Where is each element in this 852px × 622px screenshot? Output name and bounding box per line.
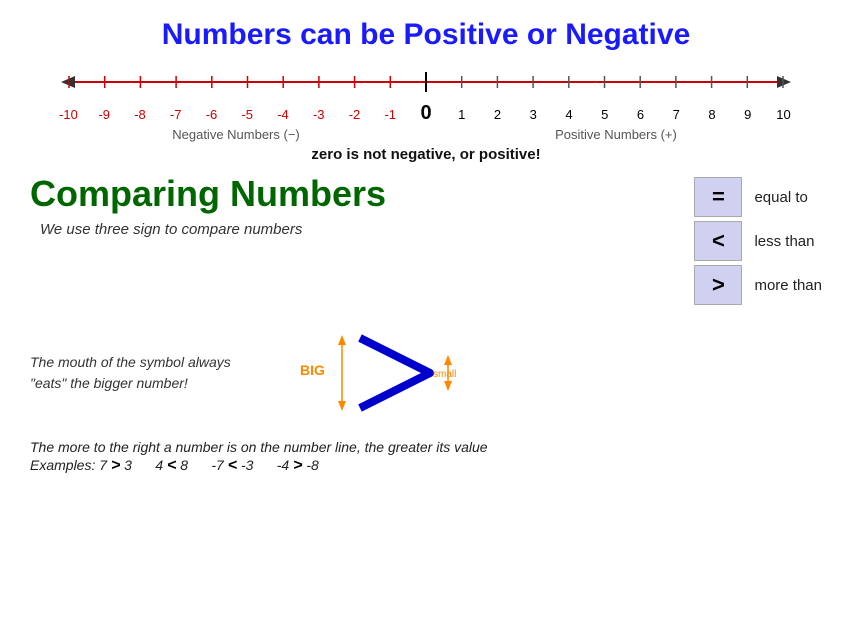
examples-line: Examples: 7 > 3 4 < 8 -7 < -3 -4 > -8	[30, 457, 822, 475]
more-box: >	[694, 265, 742, 305]
bottom-note: The more to the right a number is on the…	[30, 439, 822, 455]
symbol-row-more: > more than	[694, 265, 822, 305]
number-line-section: -10 -9 -8 -7 -6 -5 -4 -3 -2 -1 0 1 2 3 4…	[30, 64, 822, 163]
num-5: 5	[587, 107, 622, 122]
num-neg10: -10	[51, 107, 86, 122]
num-neg4: -4	[266, 107, 301, 122]
page: Numbers can be Positive or Negative	[0, 0, 852, 622]
num-1: 1	[444, 107, 479, 122]
num-neg3: -3	[301, 107, 336, 122]
number-labels-row: -10 -9 -8 -7 -6 -5 -4 -3 -2 -1 0 1 2 3 4…	[51, 102, 801, 125]
comparing-title: Comparing Numbers	[30, 173, 674, 215]
example-1: 7 > 3	[99, 457, 132, 473]
num-neg1: -1	[373, 107, 408, 122]
mouth-svg: BIG small	[270, 323, 470, 423]
num-2: 2	[480, 107, 515, 122]
svg-text:BIG: BIG	[300, 362, 325, 378]
number-line-svg	[51, 64, 801, 100]
svg-text:small: small	[433, 369, 456, 380]
num-neg6: -6	[194, 107, 229, 122]
mouth-section: The mouth of the symbol always "eats" th…	[30, 323, 822, 423]
num-3: 3	[516, 107, 551, 122]
number-line-container	[51, 64, 801, 100]
num-7: 7	[659, 107, 694, 122]
symbol-table: = equal to < less than > more than	[694, 177, 822, 305]
equal-desc: equal to	[754, 189, 807, 206]
num-8: 8	[695, 107, 730, 122]
num-10: 10	[766, 107, 801, 122]
num-9: 9	[730, 107, 765, 122]
less-desc: less than	[754, 233, 814, 250]
examples-label: Examples:	[30, 457, 99, 473]
comparing-section: Comparing Numbers We use three sign to c…	[30, 173, 822, 305]
num-6: 6	[623, 107, 658, 122]
num-zero: 0	[409, 102, 444, 125]
num-neg2: -2	[337, 107, 372, 122]
num-4: 4	[552, 107, 587, 122]
num-neg8: -8	[123, 107, 158, 122]
equal-box: =	[694, 177, 742, 217]
less-box: <	[694, 221, 742, 261]
positive-numbers-label: Positive Numbers (+)	[431, 127, 801, 142]
neg-pos-labels: Negative Numbers (−) Positive Numbers (+…	[51, 127, 801, 142]
num-neg7: -7	[158, 107, 193, 122]
mouth-text: The mouth of the symbol always "eats" th…	[30, 352, 250, 394]
page-title: Numbers can be Positive or Negative	[30, 18, 822, 52]
comparing-desc: We use three sign to compare numbers	[40, 221, 674, 238]
negative-numbers-label: Negative Numbers (−)	[51, 127, 421, 142]
symbol-row-equal: = equal to	[694, 177, 822, 217]
comparing-left: Comparing Numbers We use three sign to c…	[30, 173, 674, 238]
zero-note: zero is not negative, or positive!	[311, 146, 540, 163]
example-3: -7 < -3	[211, 457, 253, 473]
example-2: 4 < 8	[155, 457, 188, 473]
mouth-diagram: BIG small	[270, 323, 470, 423]
example-4: -4 > -8	[277, 457, 319, 473]
num-neg5: -5	[230, 107, 265, 122]
more-desc: more than	[754, 277, 822, 294]
num-neg9: -9	[87, 107, 122, 122]
symbol-row-less: < less than	[694, 221, 822, 261]
